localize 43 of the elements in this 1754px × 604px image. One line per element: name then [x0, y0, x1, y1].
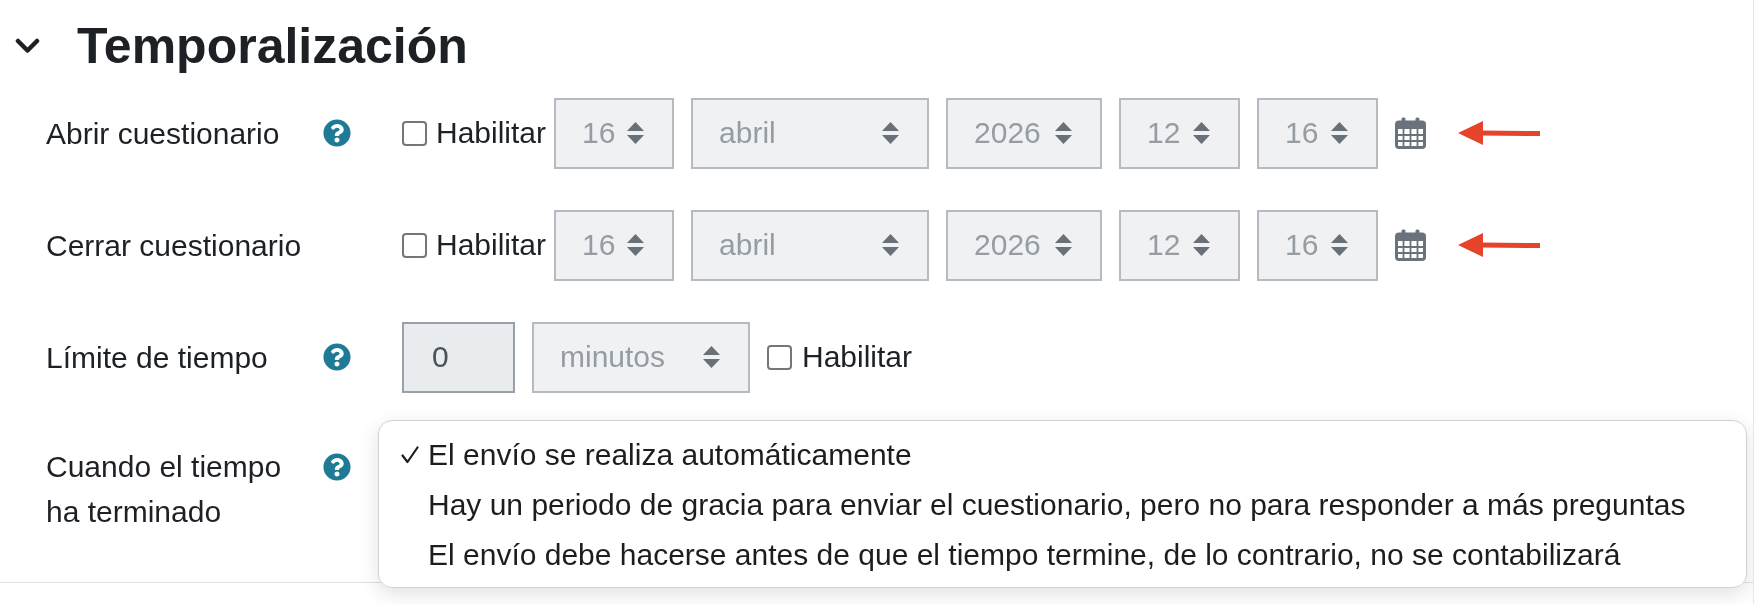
enable-label[interactable]: Habilitar — [802, 339, 913, 375]
sort-arrows-icon — [1193, 234, 1211, 256]
sort-arrows-icon — [1331, 122, 1349, 144]
field-label: Cerrar cuestionario — [46, 227, 303, 264]
chevron-icon[interactable] — [15, 37, 40, 54]
sort-arrows-icon — [703, 346, 720, 368]
help-icon[interactable] — [323, 452, 351, 481]
sort-arrows-icon — [1055, 234, 1073, 256]
time-limit-input[interactable]: 0 — [402, 321, 515, 393]
day-select[interactable]: 16 — [554, 97, 675, 169]
dropdown-option[interactable]: Hay un periodo de gracia para enviar el cuestionario, pero no para responder a más preguntas — [379, 480, 1746, 530]
month-select[interactable]: abril — [691, 97, 930, 169]
checkbox[interactable] — [767, 344, 792, 370]
unit-select[interactable]: minutos — [532, 321, 750, 393]
calendar-icon[interactable] — [1395, 117, 1427, 149]
month-select[interactable]: abril — [691, 209, 930, 281]
calendar-icon[interactable] — [1395, 229, 1427, 261]
help-icon[interactable] — [323, 119, 351, 147]
section-title: Temporalización — [77, 16, 468, 76]
dropdown-option[interactable]: El envío debe hacerse antes de que el tiempo termine, de lo contrario, no se contabilizará — [379, 530, 1746, 580]
year-select[interactable]: 2026 — [946, 209, 1103, 281]
sort-arrows-icon — [1055, 122, 1073, 144]
field-label: Límite de tiempo — [46, 339, 269, 376]
help-icon[interactable] — [323, 343, 351, 371]
enable-label[interactable]: Habilitar — [436, 227, 547, 263]
field-label: Cuando el tiempo ha terminado — [46, 449, 283, 530]
enable-label[interactable]: Habilitar — [436, 115, 547, 151]
year-select[interactable]: 2026 — [946, 97, 1103, 169]
sort-arrows-icon — [1193, 122, 1211, 144]
checkbox[interactable] — [402, 232, 427, 258]
minute-select[interactable]: 16 — [1257, 209, 1379, 281]
dropdown-option[interactable]: El envío se realiza automáticamente — [379, 430, 1746, 480]
field-label: Abrir cuestionario — [46, 115, 281, 152]
day-select[interactable]: 16 — [554, 209, 675, 281]
minute-select[interactable]: 16 — [1257, 97, 1379, 169]
sort-arrows-icon — [882, 122, 900, 144]
sort-arrows-icon — [627, 234, 645, 256]
sort-arrows-icon — [882, 234, 900, 256]
hour-select[interactable]: 12 — [1119, 209, 1241, 281]
checkbox[interactable] — [402, 120, 427, 146]
sort-arrows-icon — [1331, 234, 1349, 256]
sort-arrows-icon — [627, 122, 645, 144]
hour-select[interactable]: 12 — [1119, 97, 1241, 169]
